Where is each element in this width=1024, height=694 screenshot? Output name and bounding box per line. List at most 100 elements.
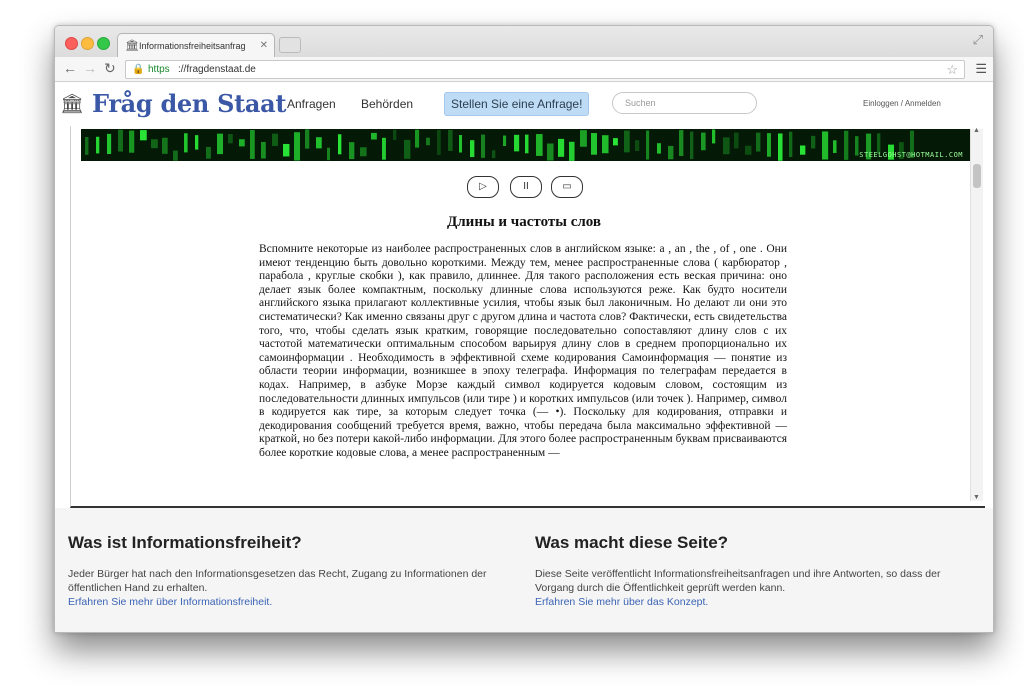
make-request-button[interactable]: Stellen Sie eine Anfrage!: [444, 92, 590, 116]
minimize-window-button[interactable]: [81, 37, 94, 50]
matrix-streak: [151, 139, 158, 149]
info-left-link[interactable]: Erfahren Sie mehr über Informationsfreih…: [68, 595, 508, 609]
info-section: Was ist Informationsfreiheit? Jeder Bürg…: [55, 508, 993, 632]
matrix-streak: [679, 130, 684, 157]
pause-icon: II: [523, 181, 529, 192]
matrix-streak: [283, 143, 290, 157]
address-toolbar: ← → ↻ 🔒 https ://fragdenstaat.de ☆ ☰: [55, 57, 993, 82]
matrix-streak: [206, 146, 211, 159]
info-column-left: Was ist Informationsfreiheit? Jeder Bürg…: [68, 533, 508, 609]
matrix-streak: [635, 140, 640, 151]
matrix-streak: [624, 130, 630, 153]
matrix-streak: [85, 136, 89, 155]
scroll-down-icon[interactable]: ▼: [973, 494, 980, 501]
article-frame: STEELGOHST@HOTMAIL.COM ▷ II ▭ Длины и ча…: [70, 126, 985, 508]
matrix-streak: [437, 129, 441, 155]
play-button[interactable]: ▷: [467, 176, 499, 198]
institution-logo-icon[interactable]: 🏛: [60, 92, 84, 116]
matrix-streak: [569, 141, 575, 161]
back-arrow-icon[interactable]: ←: [63, 60, 77, 76]
info-column-right: Was macht diese Seite? Diese Seite veröf…: [535, 533, 975, 609]
matrix-streak: [349, 142, 355, 160]
info-left-title: Was ist Informationsfreiheit?: [68, 533, 302, 552]
info-right-title: Was macht diese Seite?: [535, 533, 729, 552]
matrix-streak: [96, 136, 100, 154]
matrix-streak: [778, 133, 783, 161]
matrix-streak: [657, 143, 661, 154]
matrix-streak: [140, 130, 147, 141]
matrix-streak: [415, 129, 420, 148]
matrix-streak: [745, 145, 752, 155]
scroll-thumb[interactable]: [973, 164, 981, 188]
tab-title: Informationsfreiheitsanfrag: [139, 41, 246, 51]
zoom-window-button[interactable]: [97, 37, 110, 50]
matrix-streak: [459, 135, 463, 153]
info-right-text: Diese Seite veröffentlicht Informationsf…: [535, 568, 941, 594]
matrix-streak: [250, 129, 255, 159]
banner-email: STEELGOHST@HOTMAIL.COM: [859, 151, 963, 159]
info-right-link[interactable]: Erfahren Sie mehr über das Konzept.: [535, 595, 975, 609]
matrix-streak: [844, 130, 849, 160]
matrix-banner: STEELGOHST@HOTMAIL.COM: [81, 129, 971, 161]
matrix-streak: [195, 135, 199, 150]
nav-behoerden[interactable]: Behörden: [361, 97, 413, 111]
matrix-streak: [481, 134, 486, 158]
matrix-streak: [470, 140, 475, 158]
matrix-streak: [239, 139, 245, 147]
matrix-streak: [646, 130, 650, 160]
matrix-streak: [789, 131, 793, 158]
institution-icon: 🏛: [125, 40, 139, 52]
matrix-streak: [426, 137, 430, 146]
matrix-streak: [723, 137, 730, 155]
matrix-streak: [118, 129, 123, 152]
matrix-streak: [393, 129, 397, 140]
matrix-streak: [514, 134, 520, 152]
matrix-streak: [360, 147, 367, 157]
address-bar[interactable]: 🔒 https ://fragdenstaat.de ☆: [125, 60, 965, 79]
matrix-streak: [371, 132, 377, 140]
stop-button[interactable]: ▭: [551, 176, 583, 198]
matrix-streak: [184, 133, 188, 153]
matrix-streak: [668, 145, 674, 160]
scroll-up-icon[interactable]: ▲: [973, 127, 980, 134]
browser-tab[interactable]: 🏛 Informationsfreiheitsanfrag ✕: [117, 33, 275, 58]
matrix-streak: [162, 137, 168, 154]
url-text: ://fragdenstaat.de: [178, 64, 256, 75]
browser-window: 🏛 Informationsfreiheitsanfrag ✕ ⤢ ← → ↻ …: [54, 25, 994, 633]
pause-button[interactable]: II: [510, 176, 542, 198]
matrix-rain-graphic: [85, 129, 914, 161]
login-link[interactable]: Einloggen / Anmelden: [863, 99, 941, 108]
matrix-streak: [382, 137, 386, 160]
close-window-button[interactable]: [65, 37, 78, 50]
stop-icon: ▭: [562, 181, 572, 192]
matrix-streak: [107, 133, 112, 155]
info-left-text: Jeder Bürger hat nach den Informationsge…: [68, 568, 487, 594]
matrix-streak: [272, 133, 278, 146]
bookmark-star-icon[interactable]: ☆: [946, 61, 958, 78]
matrix-streak: [591, 133, 598, 155]
article-title: Длины и частоты слов: [446, 214, 602, 230]
menu-icon[interactable]: ☰: [975, 61, 987, 77]
new-tab-button[interactable]: [279, 37, 301, 53]
reload-icon[interactable]: ↻: [104, 60, 116, 76]
tab-strip: 🏛 Informationsfreiheitsanfrag ✕ ⤢: [55, 26, 993, 58]
matrix-streak: [690, 131, 694, 160]
matrix-streak: [217, 133, 224, 155]
matrix-streak: [173, 150, 178, 161]
matrix-streak: [756, 132, 761, 152]
matrix-streak: [811, 135, 816, 149]
fullscreen-icon[interactable]: ⤢: [973, 32, 983, 48]
matrix-streak: [734, 132, 739, 149]
matrix-streak: [602, 135, 609, 154]
tab-close-icon[interactable]: ✕: [260, 34, 268, 58]
matrix-streak: [536, 134, 543, 156]
matrix-streak: [129, 130, 135, 153]
nav-anfragen[interactable]: Anfragen: [287, 97, 336, 111]
matrix-streak: [327, 147, 331, 161]
matrix-streak: [712, 129, 716, 144]
forward-arrow-icon[interactable]: →: [83, 60, 97, 76]
site-logo[interactable]: Fråg den Staat: [92, 89, 287, 118]
scrollbar[interactable]: ▲ ▼: [970, 127, 983, 501]
matrix-streak: [338, 134, 342, 155]
search-input[interactable]: [612, 92, 757, 114]
